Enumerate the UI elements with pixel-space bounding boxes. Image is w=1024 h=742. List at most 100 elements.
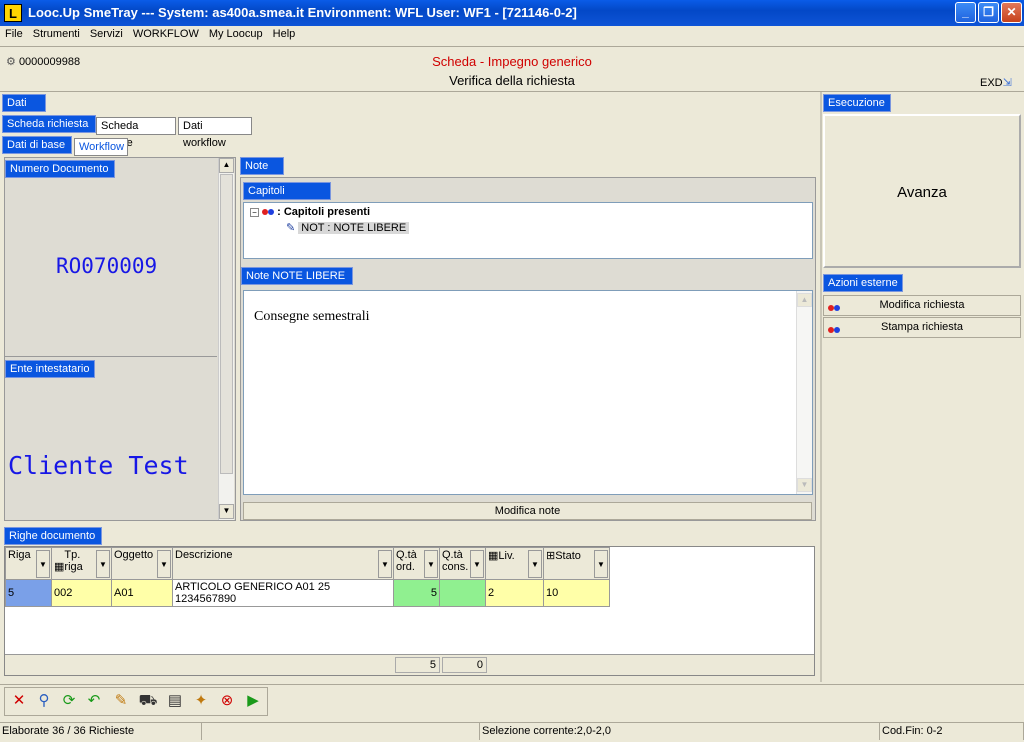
col-descrizione[interactable]: Descrizione ▼ xyxy=(172,547,394,580)
col-riga[interactable]: Riga ▼ xyxy=(5,547,52,580)
status-middle: Selezione corrente:2,0-2,0 xyxy=(480,722,880,740)
dropdown-icon[interactable]: ▼ xyxy=(424,550,438,578)
status-spacer xyxy=(202,722,480,740)
tab-dati-di-base[interactable]: Dati di base xyxy=(2,136,72,154)
dropdown-icon[interactable]: ▼ xyxy=(157,550,171,578)
minimize-button[interactable]: _ xyxy=(955,2,976,23)
scroll-down-icon[interactable]: ▼ xyxy=(219,504,234,519)
menu-help[interactable]: Help xyxy=(268,26,301,40)
col-liv[interactable]: ▦Liv. ▼ xyxy=(485,547,544,580)
col-tp-riga[interactable]: ▦Tp. riga ▼ xyxy=(51,547,112,580)
stop-icon[interactable]: ⊗ xyxy=(216,690,238,712)
window-title: Looc.Up SmeTray --- System: as400a.smea.… xyxy=(28,5,577,20)
table-row[interactable]: 5 002 A01 ARTICOLO GENERICO A01 25 12345… xyxy=(5,579,610,607)
tab-azioni-esterne[interactable]: Azioni esterne xyxy=(823,274,903,292)
tab-righe-documento[interactable]: Righe documento xyxy=(4,527,102,545)
tab-esecuzione[interactable]: Esecuzione xyxy=(823,94,891,112)
menu-workflow[interactable]: WORKFLOW xyxy=(128,26,204,40)
note-icon: ✎ xyxy=(286,222,296,234)
close-button[interactable]: ✕ xyxy=(1001,2,1022,23)
left-scrollbar[interactable]: ▲ ▼ xyxy=(218,158,234,520)
cell-liv[interactable]: 2 xyxy=(485,579,544,607)
status-right: Cod.Fin: 0-2 xyxy=(880,722,1024,740)
edit-icon[interactable]: ✎ xyxy=(110,690,132,712)
cell-oggetto[interactable]: A01 xyxy=(111,579,173,607)
capitoli-icon xyxy=(262,206,275,218)
heading-subtitle: Verifica della richiesta xyxy=(449,73,575,88)
cell-descrizione[interactable]: ARTICOLO GENERICO A01 25 1234567890 xyxy=(172,579,394,607)
total-qta-ord: 5 xyxy=(395,657,440,673)
righe-table: Riga ▼ ▦Tp. riga ▼ Oggetto ▼ Descrizione ▼ Q… xyxy=(5,547,610,607)
heading-title: Scheda - Impegno generico xyxy=(432,54,592,69)
numero-documento-value: RO070009 xyxy=(56,254,158,278)
exd-label[interactable]: EXD⇲ xyxy=(980,76,1012,89)
tree-child[interactable]: ✎ NOT : NOTE LIBERE xyxy=(286,221,410,234)
right-divider xyxy=(820,92,822,682)
dropdown-icon[interactable]: ▼ xyxy=(594,550,608,578)
capitoli-tree: − : Capitoli presenti ✎ NOT : NOTE LIBER… xyxy=(243,202,813,259)
menu-file[interactable]: File xyxy=(0,26,28,40)
cell-qta-ord[interactable]: 5 xyxy=(393,579,440,607)
cell-riga[interactable]: 5 xyxy=(5,579,52,607)
col-qta-ord[interactable]: Q.tà ord. ▼ xyxy=(393,547,440,580)
tree-root[interactable]: − : Capitoli presenti xyxy=(250,206,370,218)
scroll-up-icon[interactable]: ▲ xyxy=(219,158,234,173)
note-scroll-down-icon[interactable]: ▼ xyxy=(797,478,812,492)
tab-scheda-cliente[interactable]: Scheda cliente xyxy=(96,117,176,149)
note-scrollbar[interactable]: ▲ ▼ xyxy=(796,291,812,494)
document-icon[interactable]: ▤ xyxy=(164,690,186,712)
document-header: ⚙ 0000009988 Scheda - Impegno generico V… xyxy=(0,46,1024,92)
col-oggetto[interactable]: Oggetto ▼ xyxy=(111,547,173,580)
tab-workflow[interactable]: Workflow xyxy=(74,138,128,156)
cell-qta-cons[interactable] xyxy=(439,579,486,607)
hierarchy-icon: ⊞ xyxy=(546,550,556,562)
action-icon xyxy=(828,321,840,340)
modifica-richiesta-button[interactable]: Modifica richiesta xyxy=(823,295,1021,316)
avanza-button[interactable]: Avanza xyxy=(823,114,1021,268)
tab-scheda-richiesta[interactable]: Scheda richiesta xyxy=(2,115,96,133)
magic-icon[interactable]: ✦ xyxy=(190,690,212,712)
capitoli-presenti-label: Capitoli presenti xyxy=(243,182,331,214)
title-bar: L Looc.Up SmeTray --- System: as400a.sme… xyxy=(0,0,1024,26)
note-libere-label: Note NOTE LIBERE xyxy=(241,267,353,285)
tab-dati-workflow[interactable]: Dati workflow xyxy=(178,117,252,149)
note-scroll-up-icon[interactable]: ▲ xyxy=(797,293,812,307)
collapse-icon[interactable]: − xyxy=(250,208,259,217)
col-stato[interactable]: ⊞Stato ▼ xyxy=(543,547,610,580)
maximize-button[interactable]: ❐ xyxy=(978,2,999,23)
menu-strumenti[interactable]: Strumenti xyxy=(28,26,85,40)
ente-intestatario-label: Ente intestatario xyxy=(5,360,95,378)
totals-bar: 5 0 xyxy=(5,654,814,675)
delete-icon[interactable]: ✕ xyxy=(8,690,30,712)
menu-bar: File Strumenti Servizi WORKFLOW My Loocup Hel… xyxy=(0,26,1024,44)
col-qta-cons[interactable]: Q.tà cons. ▼ xyxy=(439,547,486,580)
scroll-thumb[interactable] xyxy=(220,174,233,474)
refresh-icon[interactable]: ⟳ xyxy=(58,690,80,712)
menu-servizi[interactable]: Servizi xyxy=(85,26,128,40)
play-icon[interactable]: ▶ xyxy=(242,690,264,712)
app-logo-icon: L xyxy=(4,4,22,22)
ente-intestatario-value: Cliente Test xyxy=(8,451,189,480)
dropdown-icon[interactable]: ▼ xyxy=(378,550,392,578)
tab-note[interactable]: Note xyxy=(240,157,284,175)
cart-icon[interactable]: ⛟ xyxy=(137,690,159,712)
modifica-note-button[interactable]: Modifica note xyxy=(243,502,812,520)
action-icon xyxy=(828,299,840,318)
stampa-richiesta-button[interactable]: Stampa richiesta xyxy=(823,317,1021,338)
menu-my-loocup[interactable]: My Loocup xyxy=(204,26,268,40)
dropdown-icon[interactable]: ▼ xyxy=(96,550,110,578)
cell-stato[interactable]: 10 xyxy=(543,579,610,607)
tab-dati[interactable]: Dati xyxy=(2,94,46,112)
exd-icon: ⇲ xyxy=(1002,77,1012,89)
left-divider xyxy=(5,356,217,357)
grid-icon: ▦ xyxy=(488,550,499,562)
cell-tp-riga[interactable]: 002 xyxy=(51,579,112,607)
note-text[interactable]: Consegne semestrali xyxy=(254,309,369,325)
note-text-area[interactable]: Consegne semestrali ▲ ▼ xyxy=(243,290,813,495)
back-icon[interactable]: ↶ xyxy=(83,690,105,712)
dropdown-icon[interactable]: ▼ xyxy=(36,550,50,578)
dropdown-icon[interactable]: ▼ xyxy=(470,550,484,578)
search-icon[interactable]: ⚲ xyxy=(33,690,55,712)
grid-icon: ▦ xyxy=(54,561,65,573)
dropdown-icon[interactable]: ▼ xyxy=(528,550,542,578)
